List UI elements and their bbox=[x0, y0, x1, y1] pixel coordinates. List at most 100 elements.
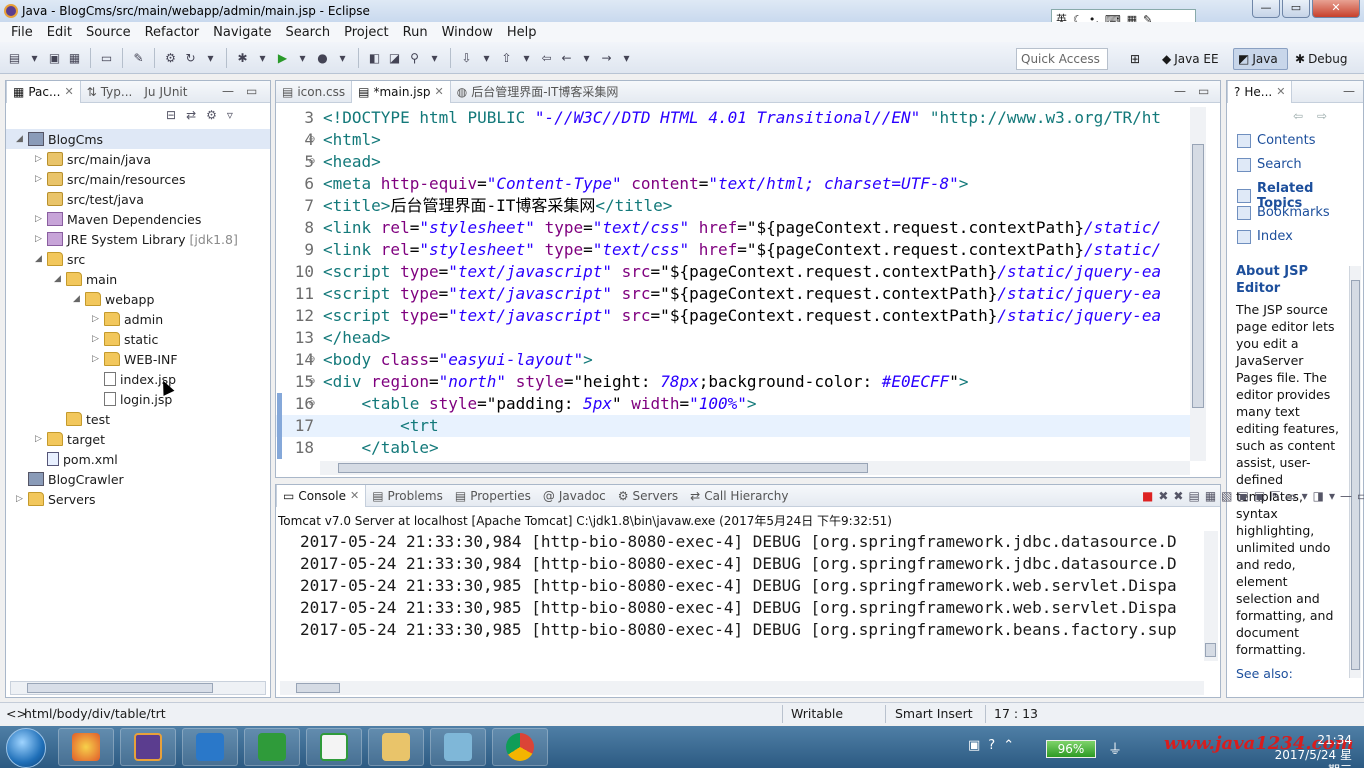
tree-item[interactable]: test bbox=[6, 409, 270, 429]
dropdown-icon[interactable]: ▾ bbox=[426, 49, 443, 66]
chevron-up-icon[interactable]: ⌃ bbox=[1003, 738, 1014, 753]
vertical-scrollbar[interactable] bbox=[1190, 107, 1206, 461]
tree-item[interactable]: ▷ admin bbox=[6, 309, 270, 329]
perspective-debug[interactable]: ✱ Debug bbox=[1291, 48, 1352, 70]
forward-icon[interactable]: → bbox=[598, 49, 615, 66]
tab-type-hierarchy[interactable]: ⇅ Typ... bbox=[81, 81, 139, 103]
perspective-java-ee[interactable]: ◆ Java EE bbox=[1158, 48, 1223, 70]
taskbar-app-editor[interactable] bbox=[430, 728, 486, 766]
expand-toggle-icon[interactable]: ▷ bbox=[92, 354, 102, 364]
fold-toggle-icon[interactable]: ⊖ bbox=[309, 129, 315, 151]
forward-arrow-icon[interactable]: ⇨ bbox=[1317, 109, 1327, 123]
dropdown-icon[interactable]: ▾ bbox=[202, 49, 219, 66]
menu-source[interactable]: Source bbox=[79, 25, 138, 40]
open-console-icon[interactable]: ◨ bbox=[1313, 489, 1324, 503]
scroll-lock-icon[interactable]: ▦ bbox=[1205, 489, 1216, 503]
code-line[interactable]: 18 </table> bbox=[276, 437, 1191, 459]
tree-item[interactable]: BlogCrawler bbox=[6, 469, 270, 489]
help-tray-icon[interactable]: ? bbox=[988, 738, 995, 753]
tree-item[interactable]: ▷ target bbox=[6, 429, 270, 449]
tab-browser[interactable]: ◍ 后台管理界面-IT博客采集网 bbox=[451, 81, 625, 103]
battery-indicator[interactable]: 96% bbox=[1046, 740, 1096, 758]
expand-toggle-icon[interactable]: ▷ bbox=[92, 314, 102, 324]
perspective-java[interactable]: ◩ Java bbox=[1233, 48, 1288, 70]
code-line[interactable]: 15 ⊖ <div region="north" style="height: 78… bbox=[276, 371, 1191, 393]
tab-junit[interactable]: Ju JUnit bbox=[138, 81, 193, 103]
code-line[interactable]: 6 <meta http-equiv="Content-Type" content… bbox=[276, 173, 1191, 195]
dropdown-icon[interactable]: ▾ bbox=[1302, 489, 1308, 503]
start-button[interactable] bbox=[6, 728, 46, 768]
tree-item[interactable]: src/test/java bbox=[6, 189, 270, 209]
code-line[interactable]: 14 ⊖ <body class="easyui-layout"> bbox=[276, 349, 1191, 371]
server-icon[interactable]: ⚙ bbox=[162, 49, 179, 66]
close-button[interactable]: ✕ bbox=[1312, 0, 1360, 18]
dropdown-icon[interactable]: ▾ bbox=[618, 49, 635, 66]
remove-launch-icon[interactable]: ✖ bbox=[1158, 489, 1168, 503]
tree-item[interactable]: ▷ src/main/java bbox=[6, 149, 270, 169]
dropdown-icon[interactable]: ▾ bbox=[294, 49, 311, 66]
help-link-search[interactable]: Search bbox=[1237, 157, 1302, 172]
display-console-icon[interactable]: ▭ bbox=[1285, 489, 1296, 503]
tree-item[interactable]: ▷ src/main/resources bbox=[6, 169, 270, 189]
close-icon[interactable]: ✕ bbox=[434, 85, 443, 98]
menu-edit[interactable]: Edit bbox=[40, 25, 79, 40]
tab-properties[interactable]: ▤ Properties bbox=[449, 485, 537, 507]
scrollbar-thumb[interactable] bbox=[1192, 144, 1204, 408]
expand-toggle-icon[interactable]: ▷ bbox=[35, 434, 45, 444]
help-link-contents[interactable]: Contents bbox=[1237, 133, 1315, 148]
taskbar-app-shell[interactable] bbox=[58, 728, 114, 766]
save-icon[interactable]: ▣ bbox=[46, 49, 63, 66]
dropdown-icon[interactable]: ▾ bbox=[26, 49, 43, 66]
tab-icon-css[interactable]: ▤ icon.css bbox=[276, 81, 351, 103]
dropdown-icon[interactable]: ▾ bbox=[578, 49, 595, 66]
scrollbar-thumb[interactable] bbox=[296, 683, 340, 693]
minimize-button[interactable]: — bbox=[1252, 0, 1280, 18]
scrollbar-thumb[interactable] bbox=[27, 683, 213, 693]
expand-toggle-icon[interactable]: ▷ bbox=[35, 234, 45, 244]
show-on-stdout-icon[interactable]: ▣ bbox=[1238, 489, 1249, 503]
vertical-scrollbar[interactable] bbox=[1349, 266, 1361, 678]
collapse-all-icon[interactable]: ⊟ bbox=[166, 108, 176, 122]
code-line[interactable]: 13 </head> bbox=[276, 327, 1191, 349]
view-menu-icon[interactable]: ▿ bbox=[227, 108, 233, 122]
link-with-editor-icon[interactable]: ⇄ bbox=[186, 108, 196, 122]
back-icon[interactable]: ← bbox=[558, 49, 575, 66]
fold-toggle-icon[interactable]: ⊖ bbox=[309, 371, 315, 393]
save-all-icon[interactable]: ▦ bbox=[66, 49, 83, 66]
tab-servers[interactable]: ⚙ Servers bbox=[612, 485, 684, 507]
back-arrow-icon[interactable]: ⇦ bbox=[1293, 109, 1303, 123]
toggle-mark-icon[interactable]: ✎ bbox=[130, 49, 147, 66]
expand-toggle-icon[interactable]: ▷ bbox=[16, 494, 26, 504]
help-link-index[interactable]: Index bbox=[1237, 229, 1293, 244]
pin-console-icon[interactable]: ⇱ bbox=[1270, 489, 1280, 503]
menu-help[interactable]: Help bbox=[500, 25, 544, 40]
code-line[interactable]: 4 ⊖ <html> bbox=[276, 129, 1191, 151]
menu-search[interactable]: Search bbox=[278, 25, 337, 40]
maximize-button[interactable]: ▭ bbox=[1282, 0, 1310, 18]
last-edit-icon[interactable]: ⇦ bbox=[538, 49, 555, 66]
code-editor[interactable]: 3 <!DOCTYPE html PUBLIC "-//W3C//DTD HTML… bbox=[276, 107, 1191, 459]
code-line[interactable]: 5 ⊖ <head> bbox=[276, 151, 1191, 173]
word-wrap-icon[interactable]: ▧ bbox=[1221, 489, 1232, 503]
expand-toggle-icon[interactable]: ◢ bbox=[35, 254, 45, 264]
code-line[interactable]: 10 <script type="text/javascript" src="${… bbox=[276, 261, 1191, 283]
scrollbar-thumb[interactable] bbox=[1205, 643, 1216, 657]
tree-item[interactable]: login.jsp bbox=[6, 389, 270, 409]
tree-item[interactable]: index.jsp bbox=[6, 369, 270, 389]
console-output[interactable]: 2017-05-24 21:33:30,984 [http-bio-8080-e… bbox=[300, 531, 1205, 641]
tab-help[interactable]: ? He... ✕ bbox=[1227, 80, 1293, 103]
menu-refactor[interactable]: Refactor bbox=[138, 25, 207, 40]
tree-item[interactable]: ◢ webapp bbox=[6, 289, 270, 309]
remove-all-icon[interactable]: ✖ bbox=[1173, 489, 1183, 503]
tab-call-hierarchy[interactable]: ⇄ Call Hierarchy bbox=[684, 485, 794, 507]
tree-item[interactable]: ◢ src bbox=[6, 249, 270, 269]
expand-toggle-icon[interactable]: ◢ bbox=[73, 294, 83, 304]
tree-item[interactable]: ▷ Maven Dependencies bbox=[6, 209, 270, 229]
help-see-also-link[interactable]: See also: bbox=[1236, 666, 1293, 681]
fold-toggle-icon[interactable]: ⊖ bbox=[309, 349, 315, 371]
close-icon[interactable]: ✕ bbox=[64, 85, 73, 98]
taskbar-app-camtasia-1[interactable] bbox=[244, 728, 300, 766]
minimize-view-icon[interactable]: — bbox=[1340, 489, 1352, 503]
terminate-icon[interactable]: ■ bbox=[1142, 489, 1153, 503]
taskbar-app-word[interactable] bbox=[182, 728, 238, 766]
